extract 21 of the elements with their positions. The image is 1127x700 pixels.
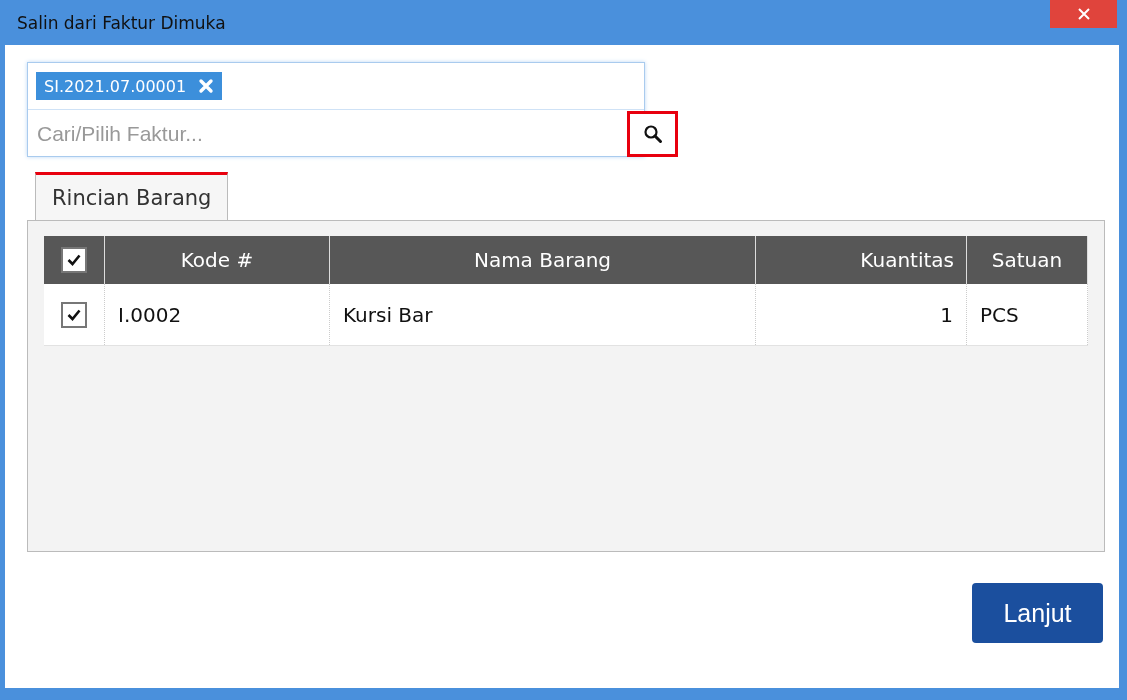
column-header: Kuantitas	[755, 236, 967, 284]
search-button[interactable]	[627, 110, 678, 157]
column-header: Satuan	[966, 236, 1088, 284]
table-cell: I.0002	[104, 284, 330, 346]
continue-button[interactable]: Lanjut	[972, 583, 1103, 643]
close-button[interactable]	[1050, 0, 1117, 28]
close-icon	[1077, 8, 1090, 20]
table-cell: 1	[755, 284, 967, 346]
column-header: Nama Barang	[329, 236, 756, 284]
tag-label: SI.2021.07.00001	[44, 76, 187, 96]
table-cell: PCS	[966, 284, 1088, 346]
row-checkbox[interactable]	[61, 301, 87, 328]
tab[interactable]: Rincian Barang	[35, 172, 229, 220]
table-cell: Kursi Bar	[329, 284, 756, 346]
search-icon	[642, 123, 663, 144]
select-all-checkbox[interactable]	[61, 247, 87, 274]
remove-icon[interactable]	[198, 78, 215, 94]
check-icon	[67, 308, 81, 321]
window-title: Salin dari Faktur Dimuka	[16, 12, 226, 33]
check-icon	[67, 254, 81, 267]
column-header: Kode #	[104, 236, 330, 284]
